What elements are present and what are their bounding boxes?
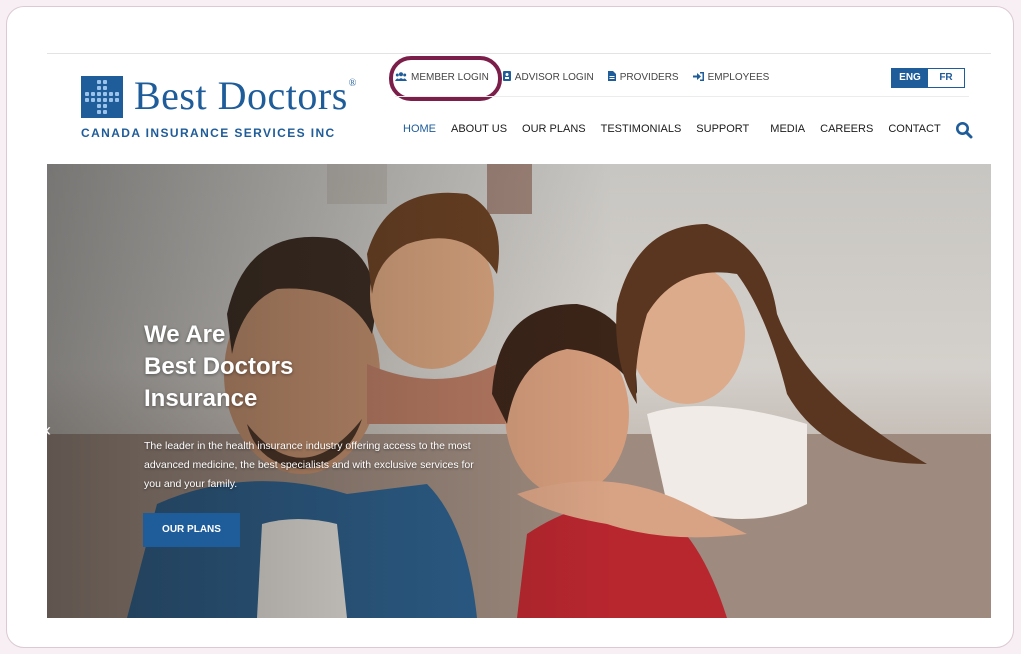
nav-home[interactable]: HOME (403, 123, 436, 135)
search-icon[interactable] (955, 121, 973, 139)
employees-label: EMPLOYEES (707, 71, 770, 83)
advisor-login-link[interactable]: ADVISOR LOGIN (502, 71, 594, 83)
nav-about-us[interactable]: ABOUT US (451, 123, 507, 135)
hero-title-line: We Are (144, 321, 226, 348)
nav-careers[interactable]: CAREERS (820, 123, 873, 135)
carousel-prev-icon[interactable]: ‹ (47, 420, 51, 441)
sign-in-icon (692, 71, 704, 83)
hero-description: The leader in the health insurance indus… (144, 440, 474, 490)
advisor-login-label: ADVISOR LOGIN (514, 71, 594, 83)
logo-cross-icon (81, 76, 123, 118)
employees-link[interactable]: EMPLOYEES (692, 71, 770, 83)
our-plans-button[interactable]: OUR PLANS (143, 513, 240, 547)
nav-our-plans[interactable]: OUR PLANS (522, 123, 586, 135)
top-divider (47, 53, 991, 54)
providers-label: PROVIDERS (619, 71, 679, 83)
screenshot-frame: Best Doctors® CANADA INSURANCE SERVICES … (6, 6, 1014, 648)
hero-title-line: Insurance (144, 385, 258, 412)
nav-support[interactable]: SUPPORT (696, 123, 749, 135)
lang-eng-button[interactable]: ENG (892, 69, 928, 87)
logo-subtitle: CANADA INSURANCE SERVICES INC (81, 126, 336, 140)
id-card-icon (502, 71, 511, 83)
logo-name: Best Doctors® (134, 73, 357, 118)
main-nav: HOME ABOUT US OUR PLANS TESTIMONIALS SUP… (403, 123, 941, 135)
logo[interactable]: Best Doctors® CANADA INSURANCE SERVICES … (81, 73, 356, 146)
language-switcher: ENG FR (891, 68, 965, 88)
nav-media[interactable]: MEDIA (770, 123, 805, 135)
nav-testimonials[interactable]: TESTIMONIALS (601, 123, 682, 135)
member-login-highlight-circle (389, 56, 502, 101)
registered-mark: ® (348, 78, 357, 89)
providers-link[interactable]: PROVIDERS (607, 71, 679, 83)
lang-fr-button[interactable]: FR (928, 69, 964, 87)
hero-title: We Are Best Doctors Insurance (144, 319, 384, 415)
website: Best Doctors® CANADA INSURANCE SERVICES … (47, 50, 991, 618)
nav-contact[interactable]: CONTACT (888, 123, 940, 135)
hero-title-line: Best Doctors (144, 353, 294, 380)
hero-banner: We Are Best Doctors Insurance The leader… (47, 164, 991, 618)
header-divider (395, 96, 969, 97)
file-icon (607, 71, 616, 83)
